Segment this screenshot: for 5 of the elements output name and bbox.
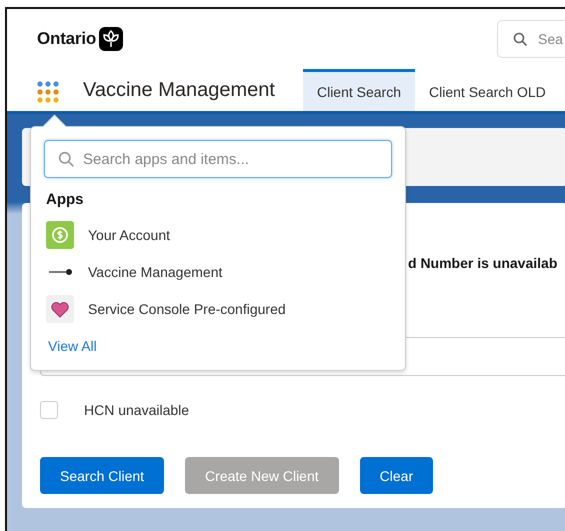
notice-text: d Number is unavailab: [408, 255, 558, 271]
checkbox-label: HCN unavailable: [84, 402, 190, 418]
app-title: Vaccine Management: [83, 78, 275, 102]
section-heading: Apps: [46, 191, 84, 208]
ontario-logo-text: Ontario: [37, 29, 96, 49]
